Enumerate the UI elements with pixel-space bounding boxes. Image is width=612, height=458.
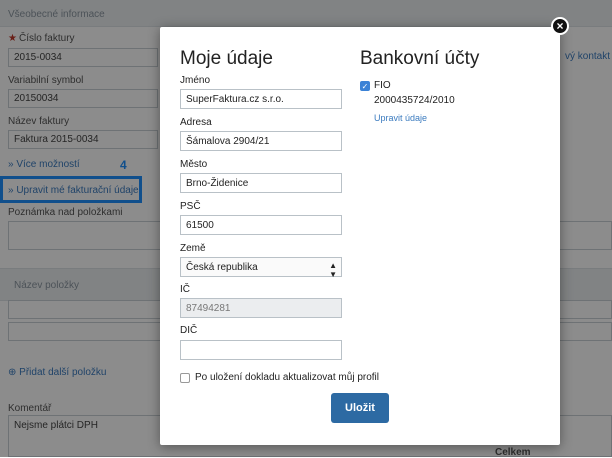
save-button[interactable]: Uložit	[331, 393, 389, 423]
my-details-modal: Moje údaje Jméno SuperFaktura.cz s.r.o. …	[160, 27, 560, 445]
modal-title: Moje údaje	[180, 48, 273, 69]
zip-input[interactable]: 61500	[180, 215, 342, 235]
zip-label: PSČ	[180, 201, 201, 212]
edit-bank-link[interactable]: Upravit údaje	[374, 113, 427, 123]
bank-account-checkbox[interactable]: ✓	[360, 81, 370, 91]
address-input[interactable]: Šámalova 2904/21	[180, 131, 342, 151]
country-select-value: Česká republika	[186, 262, 258, 273]
name-label: Jméno	[180, 75, 211, 86]
bank-account-name: FIO	[374, 80, 391, 91]
name-input[interactable]: SuperFaktura.cz s.r.o.	[180, 89, 342, 109]
city-input[interactable]: Brno-Židenice	[180, 173, 342, 193]
bank-account-number: 2000435724/2010	[374, 95, 455, 106]
close-icon[interactable]: ×	[551, 17, 569, 35]
update-profile-checkbox[interactable]	[180, 373, 190, 383]
update-profile-label: Po uložení dokladu aktualizovat můj prof…	[195, 372, 379, 383]
dic-label: DIČ	[180, 325, 198, 336]
address-label: Adresa	[180, 117, 212, 128]
ico-label: IČ	[180, 284, 190, 295]
country-label: Země	[180, 243, 206, 254]
bank-accounts-title: Bankovní účty	[360, 48, 480, 69]
select-arrows-icon: ▲ ▼	[329, 261, 337, 279]
city-label: Město	[180, 159, 208, 170]
ico-input[interactable]: 87494281	[180, 298, 342, 318]
dic-input[interactable]	[180, 340, 342, 360]
country-select[interactable]: Česká republika ▲ ▼	[180, 257, 342, 279]
